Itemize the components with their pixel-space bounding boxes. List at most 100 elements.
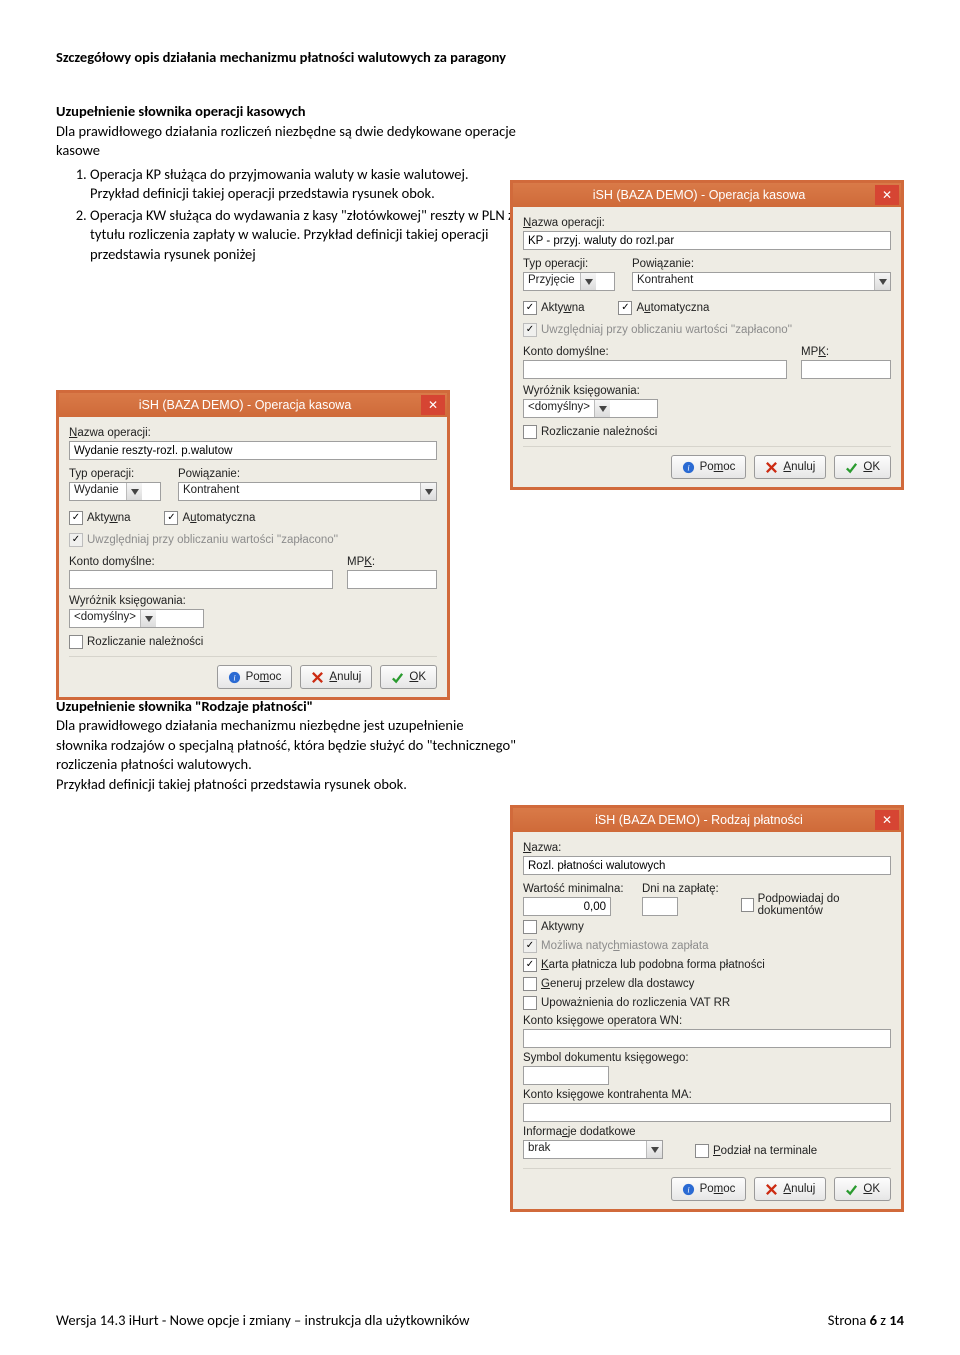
label-konto-wn: Konto księgowe operatora WN: [523,1015,891,1027]
checkbox-rozliczanie[interactable]: Rozliczanie należności [69,634,437,650]
check-icon [391,671,404,684]
close-button[interactable]: ✕ [421,395,445,415]
checkbox-karta[interactable]: Karta płatnicza lub podobna forma płatno… [523,957,891,973]
checkbox-podpowiadaj[interactable]: Podpowiadaj do dokumentów [741,897,891,913]
checkbox-icon [523,996,537,1010]
close-icon: ✕ [882,813,892,827]
window-title: iSH (BAZA DEMO) - Operacja kasowa [523,188,875,202]
typ-combo[interactable]: Przyjęcie [523,272,615,291]
label-info: Informacje dodatkowe [523,1126,891,1138]
checkbox-icon [741,898,754,912]
label-konto: Konto domyślne: [523,346,787,358]
ok-button[interactable]: OK [380,665,437,689]
nazwa-input[interactable] [523,231,891,250]
konto-wn-input[interactable] [523,1029,891,1048]
dialog-operacja-kp: iSH (BAZA DEMO) - Operacja kasowa ✕ NNaz… [510,180,904,490]
chevron-down-icon [126,483,142,500]
section-b: Uzupełnienie słownika "Rodzaje płatności… [56,697,516,795]
label-konto-ma: Konto księgowe kontrahenta MA: [523,1089,891,1101]
check-icon [845,461,858,474]
powiazanie-combo[interactable]: Kontrahent [178,482,437,501]
chevron-down-icon [646,1141,662,1158]
checkbox-aktywna[interactable]: Aktywna [69,510,130,526]
checkbox-icon [69,511,83,525]
chevron-down-icon [874,273,890,290]
footer-left: Wersja 14.3 iHurt - Nowe opcje i zmiany … [56,1311,470,1329]
checkbox-vatrr[interactable]: Upoważnienia do rozliczenia VAT RR [523,995,891,1011]
info-icon: i [228,671,241,684]
label-wyroznik: Wyróżnik księgowania: [523,385,891,397]
footer-right: Strona 6 z 14 [828,1311,904,1329]
label-konto: Konto domyślne: [69,556,333,568]
wyroznik-combo[interactable]: <domyślny> [523,399,658,418]
chevron-down-icon [140,610,156,627]
label-powiazanie: Powiązanie: [632,258,891,270]
titlebar: iSH (BAZA DEMO) - Operacja kasowa ✕ [59,393,447,417]
checkbox-rozliczanie[interactable]: Rozliczanie należności [523,424,891,440]
checkbox-icon [523,939,537,953]
label-nazwa: Nazwa operacji: [69,427,437,439]
close-button[interactable]: ✕ [875,810,899,830]
cancel-icon [765,1183,778,1196]
checkbox-aktywna[interactable]: Aktywna [523,300,584,316]
label-powiazanie: Powiązanie: [178,468,437,480]
wartosc-min-input[interactable] [523,897,611,916]
label-typ: Typ operacji: [523,258,618,270]
cancel-button[interactable]: Anuluj [754,455,826,479]
nazwa-input[interactable] [69,441,437,460]
mpk-input[interactable] [801,360,891,379]
info-icon: i [682,461,695,474]
konto-input[interactable] [523,360,787,379]
ok-button[interactable]: OK [834,1177,891,1201]
powiazanie-combo[interactable]: Kontrahent [632,272,891,291]
konto-ma-input[interactable] [523,1103,891,1122]
checkbox-icon [69,635,83,649]
window-title: iSH (BAZA DEMO) - Rodzaj płatności [523,813,875,827]
nazwa-input[interactable] [523,856,891,875]
mpk-input[interactable] [347,570,437,589]
checkbox-auto[interactable]: Automatyczna [618,300,709,316]
section-b-text1: Dla prawidłowego działania mechanizmu ni… [56,716,516,775]
page-footer: Wersja 14.3 iHurt - Nowe opcje i zmiany … [56,1311,904,1329]
checkbox-icon [523,958,537,972]
section-b-text2: Przykład definicji takiej płatności prze… [56,775,516,795]
close-button[interactable]: ✕ [875,185,899,205]
checkbox-icon [618,301,632,315]
checkbox-podzial[interactable]: Podział na terminale [695,1143,817,1159]
checkbox-aktywny[interactable]: Aktywny [523,919,891,935]
symbol-input[interactable] [523,1066,609,1085]
konto-input[interactable] [69,570,333,589]
label-wartosc-min: Wartość minimalna: [523,883,628,895]
label-dni: Dni na zapłatę: [642,883,727,895]
label-nazwa: Nazwa: [523,842,891,854]
dialog-rodzaj-platnosci: iSH (BAZA DEMO) - Rodzaj płatności ✕ Naz… [510,805,904,1212]
info-icon: i [682,1183,695,1196]
wyroznik-combo[interactable]: <domyślny> [69,609,204,628]
titlebar: iSH (BAZA DEMO) - Operacja kasowa ✕ [513,183,901,207]
chevron-down-icon [420,483,436,500]
chevron-down-icon [580,273,596,290]
cancel-button[interactable]: Anuluj [300,665,372,689]
help-button[interactable]: i Pomoc [217,665,293,689]
checkbox-icon [523,977,537,991]
help-button[interactable]: i Pomoc [671,1177,747,1201]
label-typ: Typ operacji: [69,468,164,480]
dialog-operacja-kw: iSH (BAZA DEMO) - Operacja kasowa ✕ Nazw… [56,390,450,700]
checkbox-icon [523,301,537,315]
checkbox-auto[interactable]: Automatyczna [164,510,255,526]
chevron-down-icon [594,400,610,417]
dni-input[interactable] [642,897,678,916]
label-wyroznik: Wyróżnik księgowania: [69,595,437,607]
help-button[interactable]: i Pomoc [671,455,747,479]
info-combo[interactable]: brak [523,1140,663,1159]
label-symbol: Symbol dokumentu księgowego: [523,1052,891,1064]
section-a-heading: Uzupełnienie słownika operacji kasowych [56,102,516,122]
checkbox-przelew[interactable]: Generuj przelew dla dostawcy [523,976,891,992]
typ-combo[interactable]: Wydanie [69,482,161,501]
checkbox-icon [164,511,178,525]
checkbox-icon [523,425,537,439]
checkbox-icon [523,323,537,337]
checkbox-icon [523,920,537,934]
cancel-button[interactable]: Anuluj [754,1177,826,1201]
ok-button[interactable]: OK [834,455,891,479]
